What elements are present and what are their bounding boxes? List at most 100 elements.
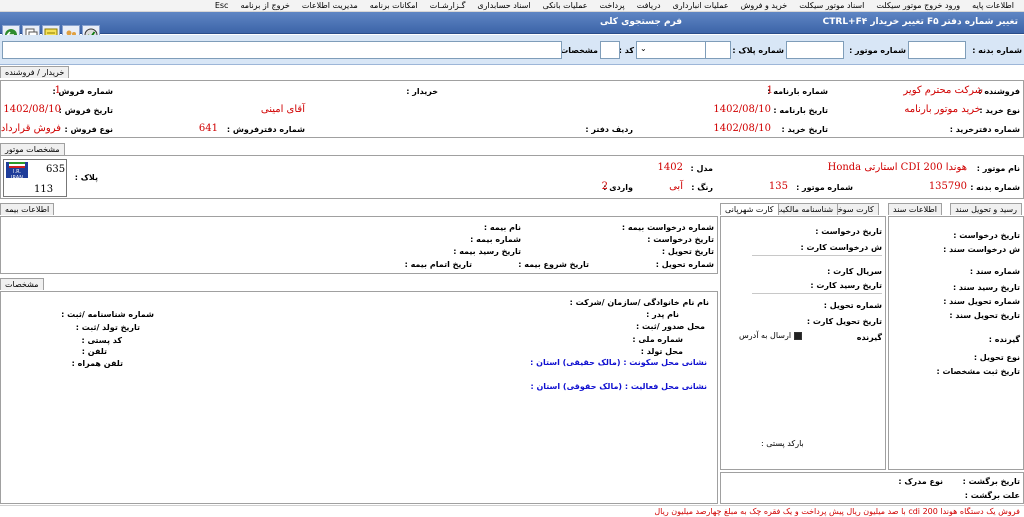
sale-type-value: فروش قرارداد [0, 123, 61, 134]
send-address-checkbox[interactable]: ارسال به آدرس [739, 331, 803, 340]
owner-name-label: نام نام خانوادگی /سازمان /شرکت : [569, 298, 709, 307]
menu-item-esc[interactable]: Esc [209, 1, 235, 10]
engine-no-input[interactable] [786, 41, 844, 59]
engine-color-label: رنگ : [691, 183, 713, 192]
ins-recv-date-label: تاریخ رسید بیمه : [453, 247, 521, 256]
owner-father-label: نام پدر : [646, 310, 679, 319]
seller-value: شرکت محترم کویر [903, 85, 983, 96]
fuel-deliv-no-label: شماره تحویل : [823, 301, 882, 310]
code-input[interactable] [600, 41, 620, 59]
breadcrumb-tabs: خریدار / فروشنده [0, 66, 70, 78]
tab-owner-specs[interactable]: مشخصات [0, 278, 44, 290]
tab-buyer[interactable]: خریدار [42, 68, 64, 77]
menu-item-basic[interactable]: اطلاعات پایه [966, 1, 1020, 10]
type-select[interactable]: ⌄ [636, 41, 706, 59]
return-panel: تاریخ برگشت : نوع مدرک : علت برگشت : [720, 472, 1024, 504]
fuel-deliv-date-label: تاریخ تحویل کارت : [806, 317, 882, 326]
fuel-recv-date-label: تاریخ رسید کارت : [810, 281, 882, 290]
tab-insurance[interactable]: اطلاعات بیمه [0, 203, 55, 215]
owner-national-label: شماره ملی : [632, 335, 683, 344]
owner-postal-label: کد پستی : [81, 336, 122, 345]
engine-panel: نام موتور : هوندا CDI 200 استارتی Honda … [0, 155, 1024, 199]
return-date-label: تاریخ برگشت : [962, 477, 1020, 486]
engine-engine-label: شماره موتور : [796, 183, 853, 192]
buy-type-value: خرید موتور بارنامه [904, 104, 981, 115]
menu-item-bank[interactable]: عملیات بانکی [537, 1, 594, 10]
status-bar: فروش یک دستگاه هوندا 200 cdi با صد میلیو… [0, 505, 1024, 517]
engine-engine-value: 135 [768, 181, 788, 192]
search-panel: شماره بدنه : شماره موتور : شماره پلاک : … [0, 35, 1024, 65]
fuel-serial-label: سریال کارت : [827, 267, 882, 276]
plate-country: I.R. IRAN [11, 169, 23, 181]
menu-item-pay[interactable]: پرداخت [594, 1, 631, 10]
doc-req-date-label: تاریخ درخواست : [953, 231, 1020, 240]
tab-doc-info[interactable]: اطلاعات سند [888, 203, 942, 215]
engine-no-label: شماره موتور : [849, 46, 906, 55]
owner-birth-place-label: محل تولد : [640, 347, 683, 356]
buy-type-label: نوع خرید : [979, 106, 1020, 115]
title-shortcuts: تغییر شماره دفتر F۵ تغییر خریدار CTRL+F۴ [822, 17, 1018, 27]
fuel-req-no-label: ش درخواست کارت : [800, 243, 882, 252]
owner-issue-label: محل صدور /ثبت : [635, 322, 705, 331]
menu-item-receive[interactable]: دریافت [631, 1, 667, 10]
buy-book-label: شماره دفترخرید : [949, 125, 1020, 134]
menu-bar: اطلاعات پایه ورود خروج موتور سیکلت اسناد… [0, 0, 1024, 12]
engine-body-value: 135790 [928, 181, 967, 192]
plate-label: پلاک : [74, 173, 98, 182]
breadcrumb: خریدار / فروشنده [0, 66, 1024, 80]
doc-deliv-type-label: نوع تحویل : [973, 353, 1020, 362]
menu-item-exit[interactable]: خروج از برنامه [234, 1, 295, 10]
buy-date-label: تاریخ خرید : [781, 125, 828, 134]
doc-panel: تاریخ درخواست : ش درخواست سند : شماره سن… [888, 216, 1024, 470]
ins-name-label: نام بیمه : [483, 223, 521, 232]
seller-label: فروشنده : [978, 87, 1020, 96]
body-no-input[interactable] [908, 41, 966, 59]
ins-no-label: شماره بیمه : [470, 235, 521, 244]
engine-color-value: آبی [669, 181, 683, 192]
sale-date-value: 1402/08/10 [3, 104, 61, 115]
tab-ownership[interactable]: شناسنامه مالکیت [770, 203, 839, 215]
fuel-barcode-label: بارکد پستی : [761, 439, 804, 448]
send-address-label: ارسال به آدرس [739, 331, 792, 340]
waybill-no-label: شماره بارنامه : [767, 87, 828, 96]
status-text: فروش یک دستگاه هوندا 200 cdi با صد میلیو… [654, 507, 1020, 516]
sale-info-panel: فروشنده : شرکت محترم کویر نوع خرید : خری… [0, 80, 1024, 138]
menu-item-entry-exit[interactable]: ورود خروج موتور سیکلت [870, 1, 966, 10]
tab-seller[interactable]: فروشنده [5, 68, 35, 77]
menu-item-data-mgmt[interactable]: مدیریت اطلاعات [296, 1, 364, 10]
title-bar: تغییر شماره دفتر F۵ تغییر خریدار CTRL+F۴… [0, 12, 1024, 44]
checkbox-icon [794, 331, 803, 340]
tab-police-card[interactable]: کارت شهرپانی [720, 203, 779, 215]
menu-item-buy-sell[interactable]: خرید و فروش [735, 1, 794, 10]
menu-item-warehouse[interactable]: عملیات انبارداری [667, 1, 735, 10]
tab-engine-specs[interactable]: مشخصات موتور [0, 143, 65, 155]
plate-image: I.R. IRAN 635 113 [3, 159, 67, 197]
waybill-date-label: تاریخ بارنامه : [773, 106, 828, 115]
doc-deliv-no-label: شماره تحویل سند : [943, 297, 1020, 306]
buyer-label: خریدار : [406, 87, 438, 96]
waybill-no-value: 1 [766, 85, 773, 96]
sale-book-label: شماره دفترفروش : [226, 125, 305, 134]
owner-id-no-label: شماره شناسنامه /ثبت : [61, 310, 154, 319]
owner-panel: نام نام خانوادگی /سازمان /شرکت : نام پدر… [0, 291, 718, 504]
specs-input[interactable] [2, 41, 562, 59]
code-label: کد : [618, 46, 634, 55]
menu-item-reports[interactable]: گـزارشـات [424, 1, 472, 10]
breadcrumb-separator: / [37, 68, 40, 77]
doc-recv-date-label: تاریخ رسید سند : [952, 283, 1020, 292]
tab-doc-receipt[interactable]: رسید و تحویل سند [950, 203, 1022, 215]
buy-date-value: 1402/08/10 [713, 123, 771, 134]
engine-name-value: هوندا CDI 200 استارتی Honda [827, 162, 967, 173]
doc-req-no-label: ش درخواست سند : [943, 245, 1020, 254]
menu-item-accounting[interactable]: اسناد حسابداری [471, 1, 536, 10]
owner-work-address-label: نشانی محل فعالیت : (مالک حقوقی) استان : [530, 382, 707, 391]
menu-item-docs[interactable]: اسناد موتور سیکلت [793, 1, 870, 10]
body-no-label: شماره بدنه : [972, 46, 1022, 55]
waybill-date-value: 1402/08/10 [713, 104, 771, 115]
doc-no-label: شماره سند : [969, 267, 1020, 276]
engine-model-label: مدل : [690, 164, 714, 173]
engine-name-label: نام موتور : [976, 164, 1020, 173]
menu-item-features[interactable]: امکانات برنامه [364, 1, 424, 10]
iran-flag-icon: I.R. IRAN [6, 162, 28, 181]
ins-req-no-label: شماره درخواست بیمه : [621, 223, 714, 232]
